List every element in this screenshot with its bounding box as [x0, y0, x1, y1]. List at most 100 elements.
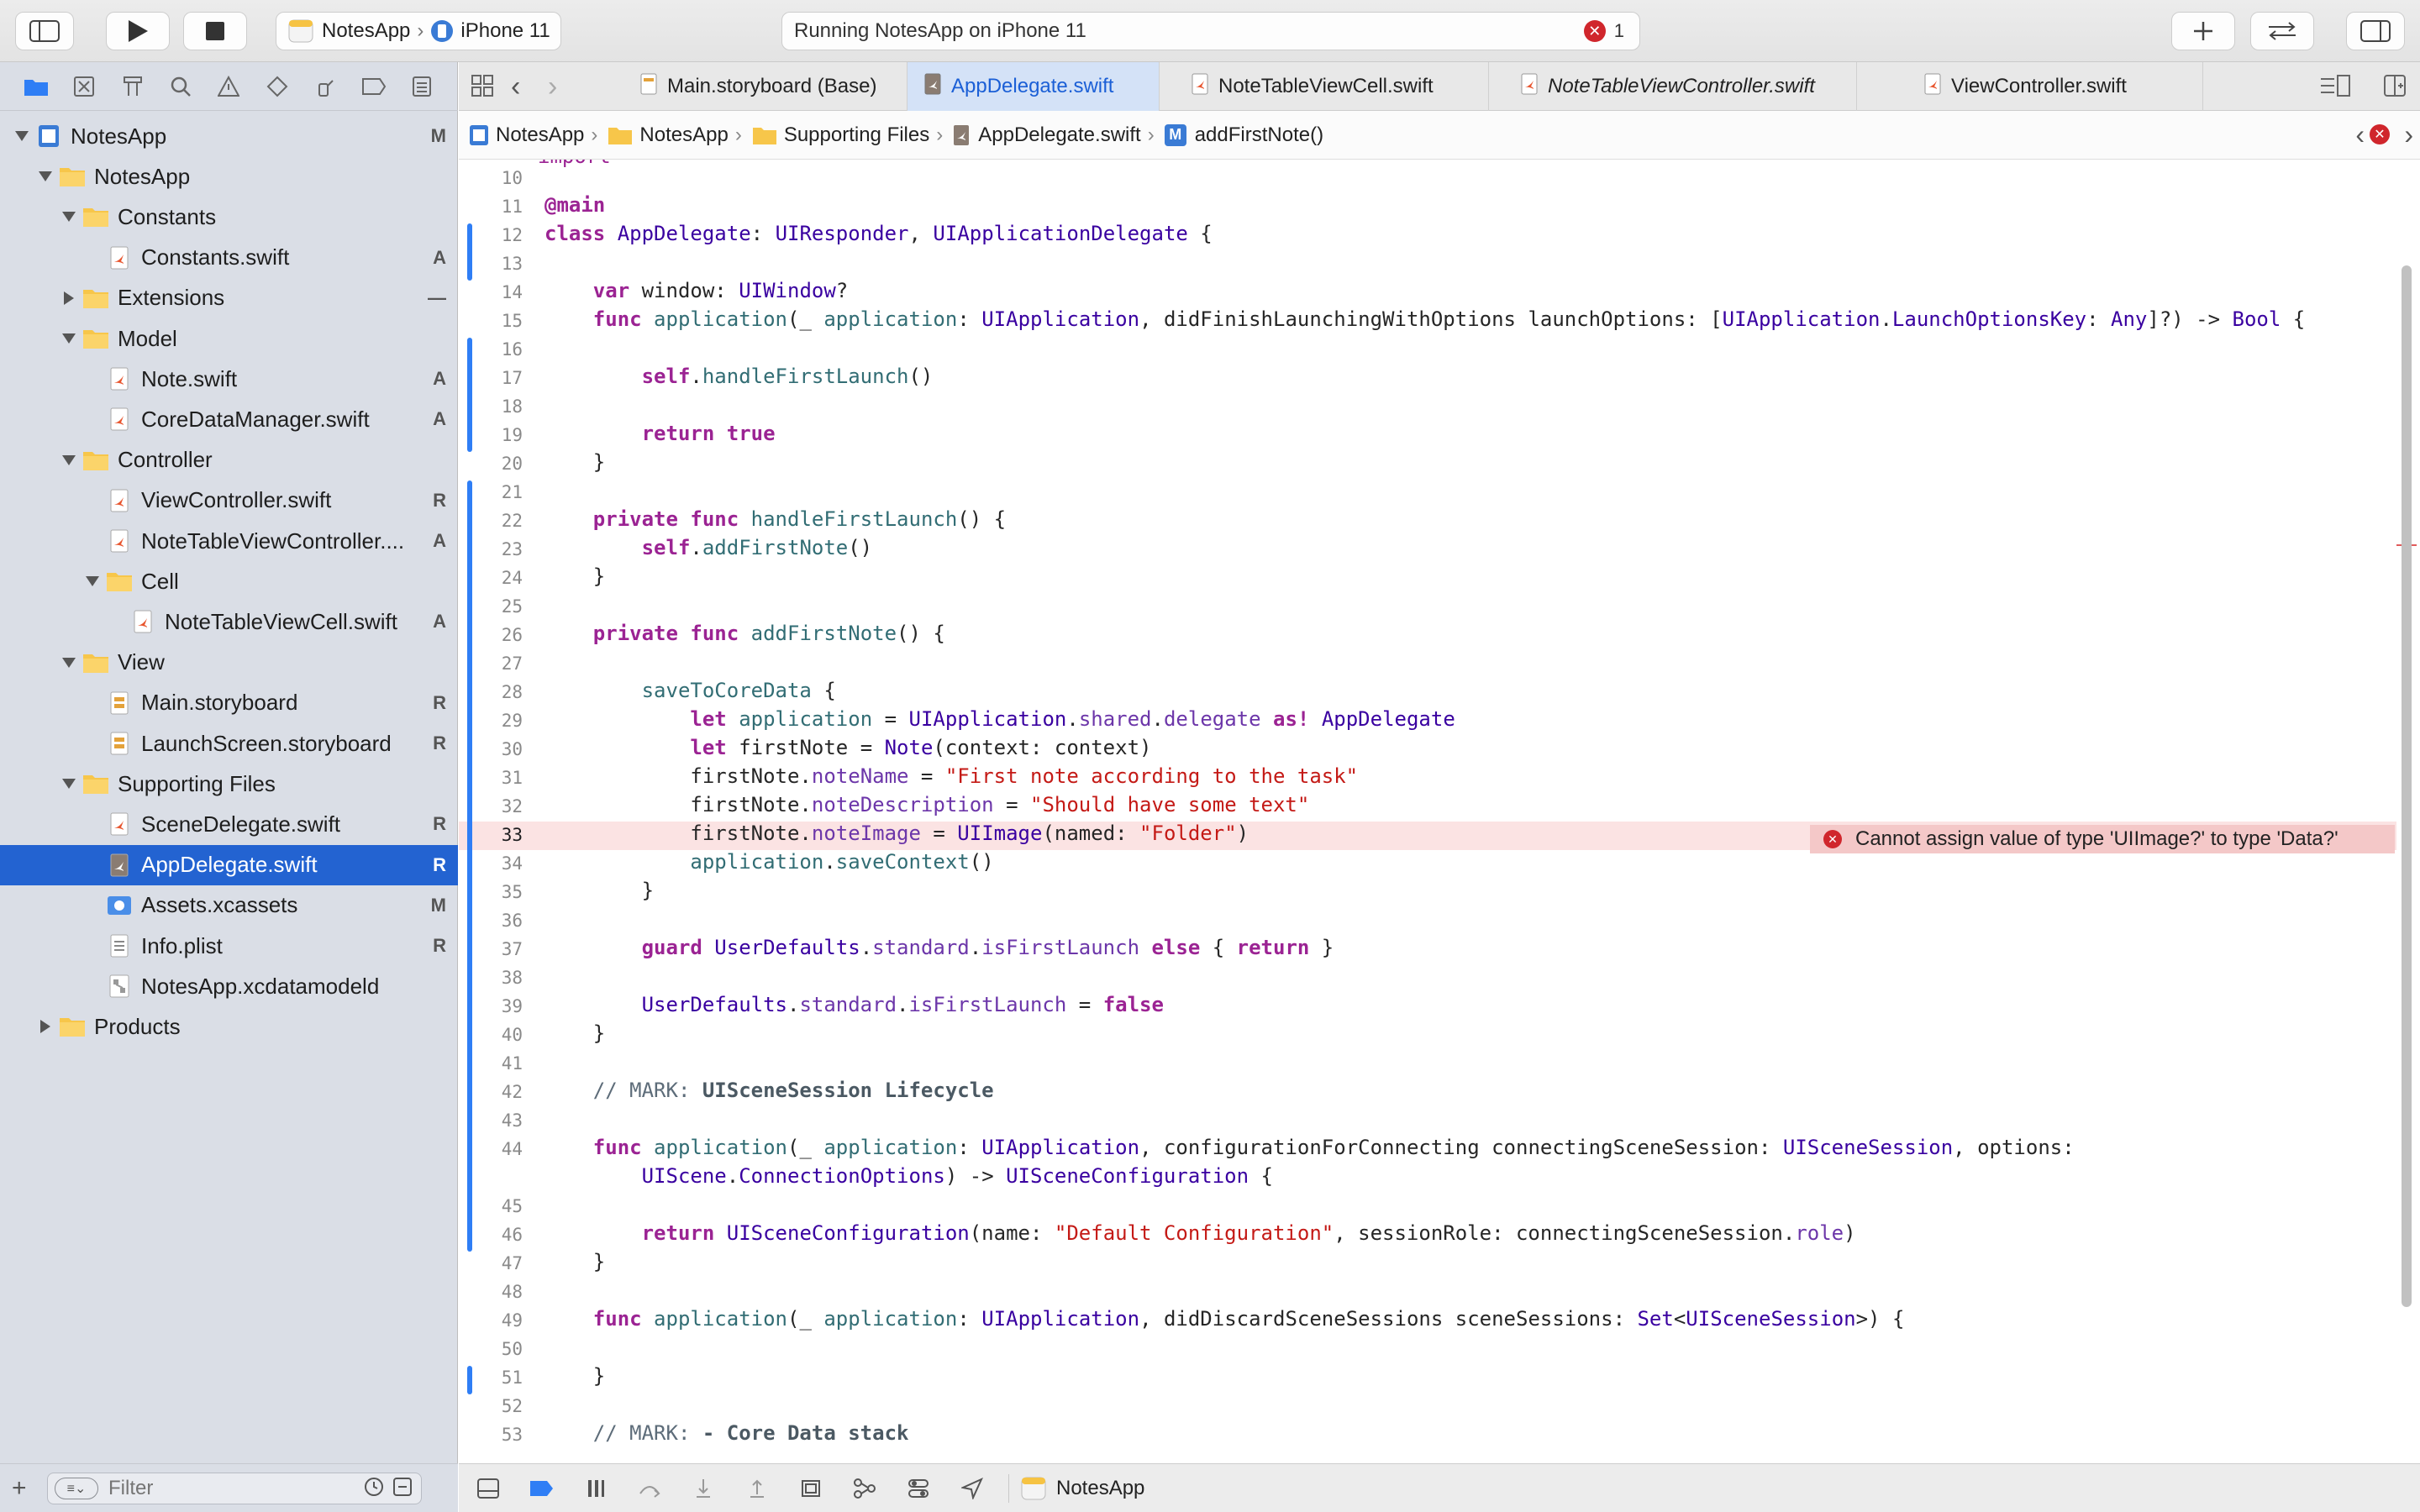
previous-issue-icon[interactable]: ‹ [2355, 119, 2365, 150]
grid-icon[interactable] [471, 74, 494, 102]
breadcrumb-group[interactable]: NotesApp [608, 123, 729, 147]
add-file-icon[interactable]: + [12, 1474, 27, 1503]
step-out-icon[interactable] [743, 1474, 771, 1503]
code-line[interactable]: firstNote.noteImage = UIImage(named: "Fo… [544, 822, 1249, 845]
breadcrumb-file[interactable]: AppDelegate.swift [953, 123, 1141, 147]
tree-file-row[interactable]: CoreDataManager.swift A [0, 399, 458, 439]
step-over-icon[interactable] [635, 1474, 664, 1503]
code-line[interactable]: } [544, 564, 605, 588]
memory-graph-icon[interactable] [850, 1474, 879, 1503]
code-line[interactable]: func application(_ application: UIApplic… [544, 307, 2305, 331]
tree-file-row[interactable]: Constants.swift A [0, 238, 458, 278]
code-line[interactable]: guard UserDefaults.standard.isFirstLaunc… [544, 936, 1334, 959]
filter-options-icon[interactable]: ≡⌄ [55, 1478, 98, 1499]
source-change-bar[interactable] [467, 223, 472, 281]
source-change-bar[interactable] [467, 338, 472, 452]
recent-files-icon[interactable] [364, 1477, 384, 1501]
editor-options-icon[interactable] [2319, 74, 2351, 102]
toggle-debug-area-icon[interactable] [474, 1474, 502, 1503]
tree-file-row[interactable]: ViewController.swift R [0, 480, 458, 521]
code-line[interactable]: // MARK: UISceneSession Lifecycle [544, 1079, 994, 1102]
tree-group-row[interactable]: Controller [0, 440, 458, 480]
library-button[interactable] [2171, 12, 2235, 50]
disclosure-open-icon[interactable] [59, 328, 79, 349]
tree-file-row[interactable]: Main.storyboard R [0, 683, 458, 723]
debug-spray-icon[interactable] [313, 74, 338, 99]
filter-field[interactable]: ≡⌄ [47, 1473, 422, 1504]
stop-button[interactable] [183, 12, 247, 50]
code-line[interactable]: return true [544, 422, 776, 445]
breakpoint-icon[interactable] [361, 74, 387, 99]
code-review-button[interactable] [2250, 12, 2314, 50]
code-line[interactable]: let firstNote = Note(context: context) [544, 736, 1151, 759]
error-annotation[interactable]: ✕ Cannot assign value of type 'UIImage?'… [1810, 825, 2395, 853]
tree-group-row[interactable]: Extensions — [0, 278, 458, 318]
source-change-bar[interactable] [467, 480, 472, 1252]
tree-file-row[interactable]: NoteTableViewCell.swift A [0, 601, 458, 642]
toggle-navigator-button[interactable] [15, 12, 74, 50]
code-line[interactable]: func application(_ application: UIApplic… [544, 1307, 1905, 1331]
code-line[interactable]: private func handleFirstLaunch() { [544, 507, 1006, 531]
code-line[interactable]: var window: UIWindow? [544, 279, 848, 302]
step-into-icon[interactable] [689, 1474, 718, 1503]
tree-file-row[interactable]: AppDelegate.swift R [0, 844, 458, 885]
tree-file-row[interactable]: SceneDelegate.swift R [0, 804, 458, 844]
tree-group-row[interactable]: Cell [0, 561, 458, 601]
code-line[interactable]: class AppDelegate: UIResponder, UIApplic… [544, 222, 1213, 245]
source-editor[interactable]: import 1011@main12class AppDelegate: UIR… [459, 160, 2420, 1463]
run-button[interactable] [106, 12, 170, 50]
tab-appdelegate[interactable]: AppDelegate.swift [908, 62, 1160, 111]
code-line[interactable]: } [544, 1250, 605, 1273]
tab-main-storyboard[interactable]: Main.storyboard (Base) [623, 62, 908, 111]
tree-group-row[interactable]: Constants [0, 197, 458, 237]
issue-error-icon[interactable]: ✕ [2370, 124, 2390, 144]
breadcrumb-project[interactable]: NotesApp [469, 123, 584, 147]
code-line[interactable]: private func addFirstNote() { [544, 622, 945, 645]
tree-group-row[interactable]: NotesApp M [0, 116, 458, 156]
tree-group-row[interactable]: NotesApp [0, 156, 458, 197]
test-diamond-icon[interactable] [265, 74, 290, 99]
breakpoints-toggle-icon[interactable] [528, 1474, 556, 1503]
tree-file-row[interactable]: Info.plist R [0, 926, 458, 966]
scheme-selector[interactable]: NotesApp › iPhone 11 [276, 12, 561, 50]
tab-viewcontroller[interactable]: ViewController.swift [1857, 62, 2203, 111]
editor-scrollbar[interactable] [2402, 265, 2412, 1307]
back-icon[interactable]: ‹ [511, 71, 520, 103]
code-line[interactable]: } [544, 1021, 605, 1045]
filter-input[interactable] [107, 1476, 342, 1501]
code-line[interactable]: // MARK: - Core Data stack [544, 1421, 909, 1445]
disclosure-open-icon[interactable] [59, 450, 79, 470]
tree-file-row[interactable]: Note.swift A [0, 359, 458, 399]
disclosure-open-icon[interactable] [59, 774, 79, 794]
simulate-location-icon[interactable] [958, 1474, 986, 1503]
tree-file-row[interactable]: Assets.xcassets M [0, 885, 458, 926]
environment-overrides-icon[interactable] [904, 1474, 933, 1503]
disclosure-closed-icon[interactable] [59, 288, 79, 308]
disclosure-closed-icon[interactable] [35, 1016, 55, 1037]
code-line[interactable]: firstNote.noteName = "First note accordi… [544, 764, 1358, 788]
disclosure-open-icon[interactable] [59, 653, 79, 673]
code-line[interactable]: UIScene.ConnectionOptions) -> UISceneCon… [544, 1164, 1273, 1188]
source-control-icon[interactable] [71, 74, 97, 99]
code-line[interactable]: } [544, 1364, 605, 1388]
code-line[interactable]: func application(_ application: UIApplic… [544, 1136, 2075, 1159]
symbol-icon[interactable] [120, 74, 145, 99]
code-line[interactable]: } [544, 450, 605, 474]
tree-file-row[interactable]: LaunchScreen.storyboard R [0, 723, 458, 764]
pause-icon[interactable] [581, 1474, 610, 1503]
source-change-bar[interactable] [467, 1366, 472, 1394]
next-issue-icon[interactable]: › [2404, 119, 2413, 150]
code-line[interactable]: firstNote.noteDescription = "Should have… [544, 793, 1309, 816]
tab-notetableviewcontroller[interactable]: NoteTableViewController.swift [1489, 62, 1857, 111]
breadcrumb-method[interactable]: M addFirstNote() [1164, 123, 1323, 147]
tree-group-row[interactable]: Supporting Files [0, 764, 458, 804]
code-line[interactable]: @main [544, 193, 605, 217]
tree-group-row[interactable]: Model [0, 318, 458, 359]
issue-warning-icon[interactable] [216, 74, 241, 99]
code-line[interactable]: return UISceneConfiguration(name: "Defau… [544, 1221, 1856, 1245]
disclosure-open-icon[interactable] [12, 126, 32, 146]
code-line[interactable]: application.saveContext() [544, 850, 993, 874]
error-icon[interactable]: ✕ [1583, 20, 1606, 42]
disclosure-open-icon[interactable] [82, 571, 103, 591]
tab-notetableviewcell[interactable]: NoteTableViewCell.swift [1160, 62, 1489, 111]
